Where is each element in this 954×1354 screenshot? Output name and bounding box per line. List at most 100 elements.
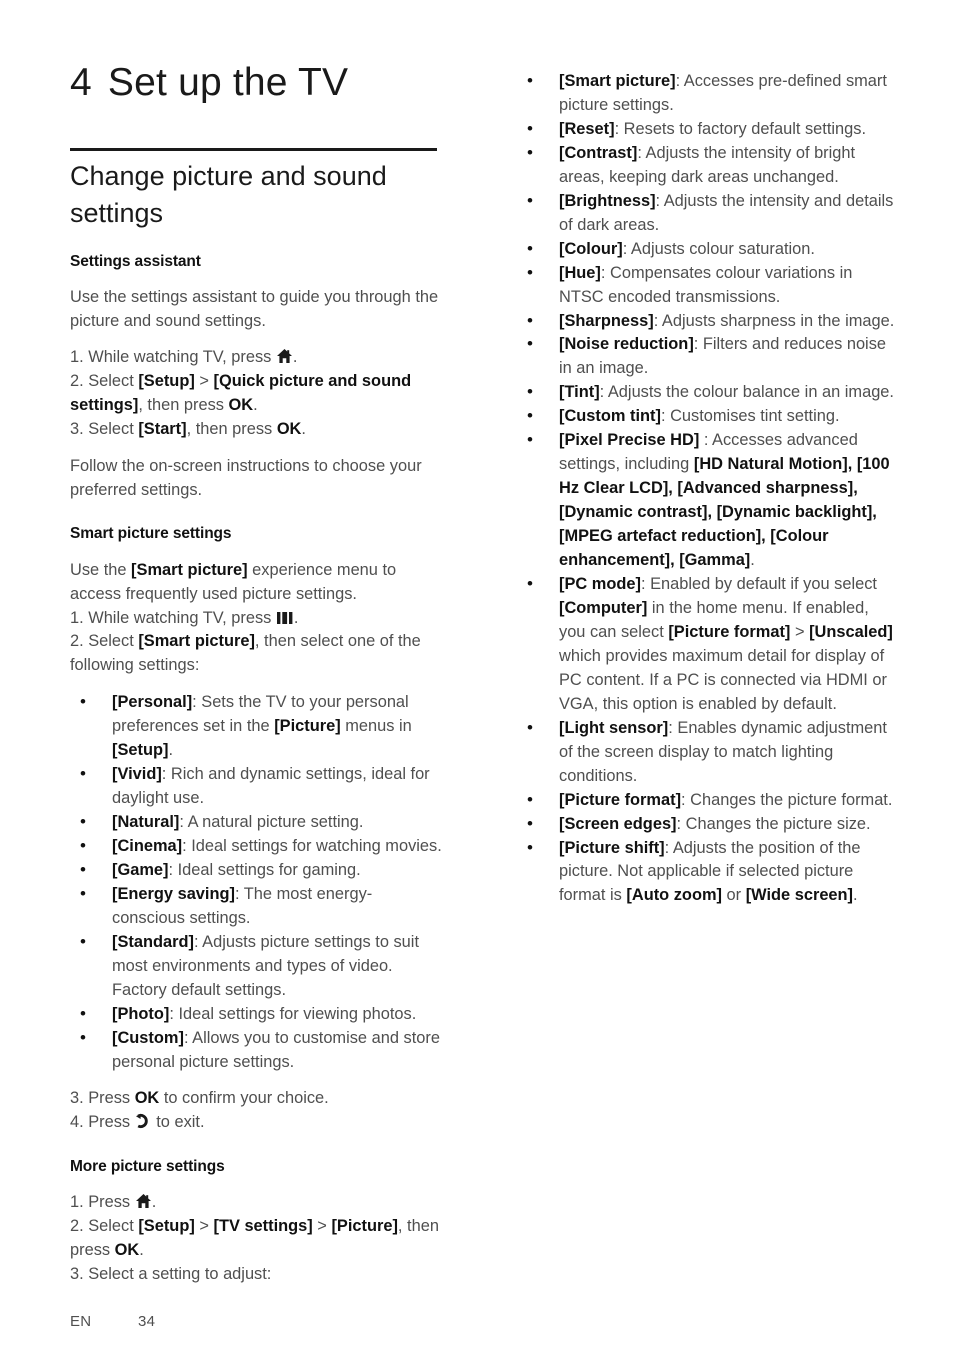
item-term: [Screen edges] (559, 814, 677, 833)
item-term: [Standard] (112, 932, 194, 951)
title-divider (70, 148, 437, 151)
step3-start: [Start] (138, 420, 187, 439)
item-term: [Noise reduction] (559, 335, 694, 354)
home-icon (135, 1193, 152, 1209)
list-item: [Photo]: Ideal settings for viewing phot… (70, 1002, 445, 1027)
list-item: [Energy saving]: The most energy-conscio… (70, 882, 445, 931)
smart-picture-intro: Use the [Smart picture] experience menu … (70, 559, 445, 679)
item-term: [PC mode] (559, 575, 641, 594)
step2-post: , then press (138, 396, 229, 415)
settings-assistant-intro: Use the settings assistant to guide you … (70, 288, 439, 330)
item-term: [Game] (112, 861, 169, 880)
left-column: Settings assistant Use the settings assi… (70, 252, 445, 1299)
item-desc: : Ideal settings for viewing photos. (169, 1004, 417, 1023)
step2-end: . (253, 396, 258, 415)
list-item: [Smart picture]: Accesses pre-defined sm… (517, 69, 897, 118)
step3-end: . (301, 420, 306, 439)
more-step3: 3. Select a setting to adjust: (70, 1264, 272, 1283)
item-term: [Custom tint] (559, 407, 661, 426)
list-item: [Custom]: Allows you to customise and st… (70, 1026, 445, 1075)
item-desc: : Ideal settings for gaming. (168, 861, 361, 880)
item-term: [Tint] (559, 383, 600, 402)
step1-period: . (292, 348, 298, 367)
smart-picture-list: [Personal]: Sets the TV to your personal… (70, 690, 445, 1075)
more-step1-post: . (151, 1192, 157, 1211)
more-step2-end: . (139, 1240, 144, 1259)
document-page: 4 Set up the TV Change picture and sound … (0, 0, 954, 1354)
item-term: [Smart picture] (559, 72, 676, 90)
smart-step3-ok: OK (134, 1088, 160, 1107)
list-item: [Contrast]: Adjusts the intensity of bri… (517, 141, 897, 190)
chapter-title: 4 Set up the TV (70, 61, 490, 105)
picture-shift-p3: . (853, 886, 858, 905)
pc-mode-p4: which provides maximum detail for displa… (559, 646, 887, 713)
list-item: [Custom tint]: Customises tint setting. (517, 404, 897, 429)
more-step2-tv-settings: [TV settings] (213, 1216, 313, 1235)
item-term: [Custom] (112, 1028, 184, 1047)
list-item: [Tint]: Adjusts the colour balance in an… (517, 380, 897, 405)
step1-text: 1. While watching TV, press (70, 348, 276, 367)
item-desc: : Adjusts colour saturation. (622, 239, 815, 258)
step3-pre: 3. Select (70, 420, 139, 439)
step2-gt: > (194, 372, 214, 391)
page-footer: EN 34 (70, 1313, 155, 1330)
list-item: [Cinema]: Ideal settings for watching mo… (70, 834, 445, 859)
smart-step1-post: . (293, 608, 299, 627)
list-item: [Standard]: Adjusts picture settings to … (70, 930, 445, 1003)
list-item: [Light sensor]: Enables dynamic adjustme… (517, 716, 897, 789)
item-term: [Brightness] (559, 191, 656, 210)
smart-step3-pre: 3. Press (70, 1088, 135, 1107)
item-desc: : Adjusts sharpness in the image. (653, 311, 895, 330)
back-arrow-icon (135, 1113, 152, 1129)
item-desc-end: . (168, 741, 174, 760)
picture-shift-p2: or (722, 886, 746, 905)
list-item: [Colour]: Adjusts colour saturation. (517, 237, 897, 262)
list-item: [Game]: Ideal settings for gaming. (70, 858, 445, 883)
settings-assistant-outro: Follow the on-screen instructions to cho… (70, 457, 422, 499)
item-desc-bold-setup: [Setup] (112, 741, 169, 760)
item-desc: : Customises tint setting. (660, 407, 840, 426)
step2-pre: 2. Select (70, 372, 139, 391)
smart-step1-pre: 1. While watching TV, press (70, 608, 276, 627)
list-item-picture-shift: [Picture shift]: Adjusts the position of… (517, 836, 897, 909)
list-item: [Vivid]: Rich and dynamic settings, idea… (70, 762, 445, 811)
section-title: Change picture and sound settings (70, 161, 387, 229)
smart-intro-pre: Use the (70, 560, 132, 579)
item-desc: : Compensates colour variations in NTSC … (559, 263, 853, 306)
pc-mode-unscaled: [Unscaled] (809, 622, 893, 641)
home-icon (276, 348, 293, 364)
smart-step2-pre: 2. Select (70, 632, 139, 651)
more-step2-pre: 2. Select (70, 1216, 139, 1235)
item-term: [Light sensor] (559, 718, 669, 737)
step2-ok: OK (228, 396, 254, 415)
list-item: [Sharpness]: Adjusts sharpness in the im… (517, 309, 897, 334)
heading-settings-assistant: Settings assistant (70, 253, 201, 270)
smart-step3-post: to confirm your choice. (159, 1088, 329, 1107)
item-desc: : Adjusts the colour balance in an image… (599, 383, 894, 402)
list-item: [Natural]: A natural picture setting. (70, 810, 445, 835)
pc-mode-p3: > (790, 622, 810, 641)
chapter-title-text: Set up the TV (107, 61, 349, 104)
item-desc: : Ideal settings for watching movies. (182, 837, 442, 856)
heading-smart-picture-settings: Smart picture settings (70, 525, 232, 543)
more-picture-steps: 1. Press . 2. Select [Setup] > [TV setti… (70, 1191, 445, 1287)
item-desc-mid: menus in (340, 717, 412, 736)
list-item: [Personal]: Sets the TV to your personal… (70, 690, 445, 763)
list-item: [Screen edges]: Changes the picture size… (517, 812, 897, 837)
pc-mode-computer: [Computer] (559, 598, 648, 617)
smart-intro-term: [Smart picture] (131, 560, 248, 579)
pc-mode-p1: : Enabled by default if you select (640, 575, 877, 594)
step3-ok: OK (276, 420, 302, 439)
right-column: [Smart picture]: Accesses pre-defined sm… (517, 69, 897, 920)
list-item: [Picture format]: Changes the picture fo… (517, 788, 897, 813)
smart-step4-post: to exit. (151, 1112, 205, 1131)
settings-assistant-steps: 1. While watching TV, press . 2. Select … (70, 346, 445, 442)
item-desc: : A natural picture setting. (179, 813, 364, 832)
item-term: [Natural] (112, 813, 180, 832)
picture-shift-wide-screen: [Wide screen] (745, 886, 854, 905)
item-term: [Picture shift] (559, 838, 665, 857)
item-term: [Cinema] (112, 837, 183, 856)
heading-more-picture-settings: More picture settings (70, 1157, 225, 1175)
item-desc-end: . (750, 551, 755, 570)
item-term: [Reset] (559, 119, 615, 138)
